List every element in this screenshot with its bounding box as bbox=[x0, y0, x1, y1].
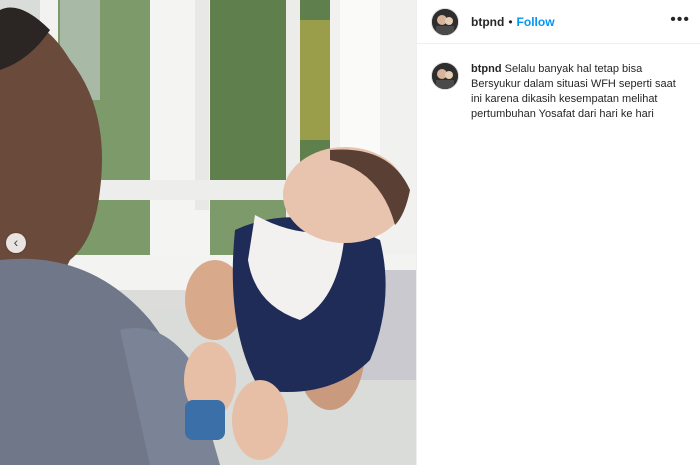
chevron-left-icon: ‹ bbox=[13, 234, 19, 250]
post-media[interactable]: ‹ bbox=[0, 0, 416, 465]
caption-text: btpnd Selalu banyak hal tetap bisa Bersy… bbox=[471, 62, 681, 122]
avatar-icon[interactable] bbox=[431, 7, 459, 36]
avatar-icon[interactable] bbox=[431, 62, 459, 90]
caption-row: btpnd Selalu banyak hal tetap bisa Bersy… bbox=[417, 44, 700, 122]
follow-button[interactable]: Follow bbox=[517, 15, 555, 29]
caption-body: Selalu banyak hal tetap bisa Bersyukur d… bbox=[471, 63, 676, 120]
separator-dot: • bbox=[508, 14, 513, 29]
carousel-prev-button[interactable]: ‹ bbox=[6, 233, 26, 253]
post-side-panel: btpnd • Follow ••• btpnd Selalu banyak h… bbox=[416, 0, 700, 465]
username-link[interactable]: btpnd bbox=[471, 15, 504, 29]
video-frame bbox=[0, 0, 416, 465]
caption-username-link[interactable]: btpnd bbox=[471, 63, 502, 75]
instagram-post: ‹ btpnd • Follow ••• btpnd Selalu banyak… bbox=[0, 0, 700, 465]
post-header: btpnd • Follow ••• bbox=[417, 0, 700, 44]
more-options-icon[interactable]: ••• bbox=[670, 12, 690, 28]
